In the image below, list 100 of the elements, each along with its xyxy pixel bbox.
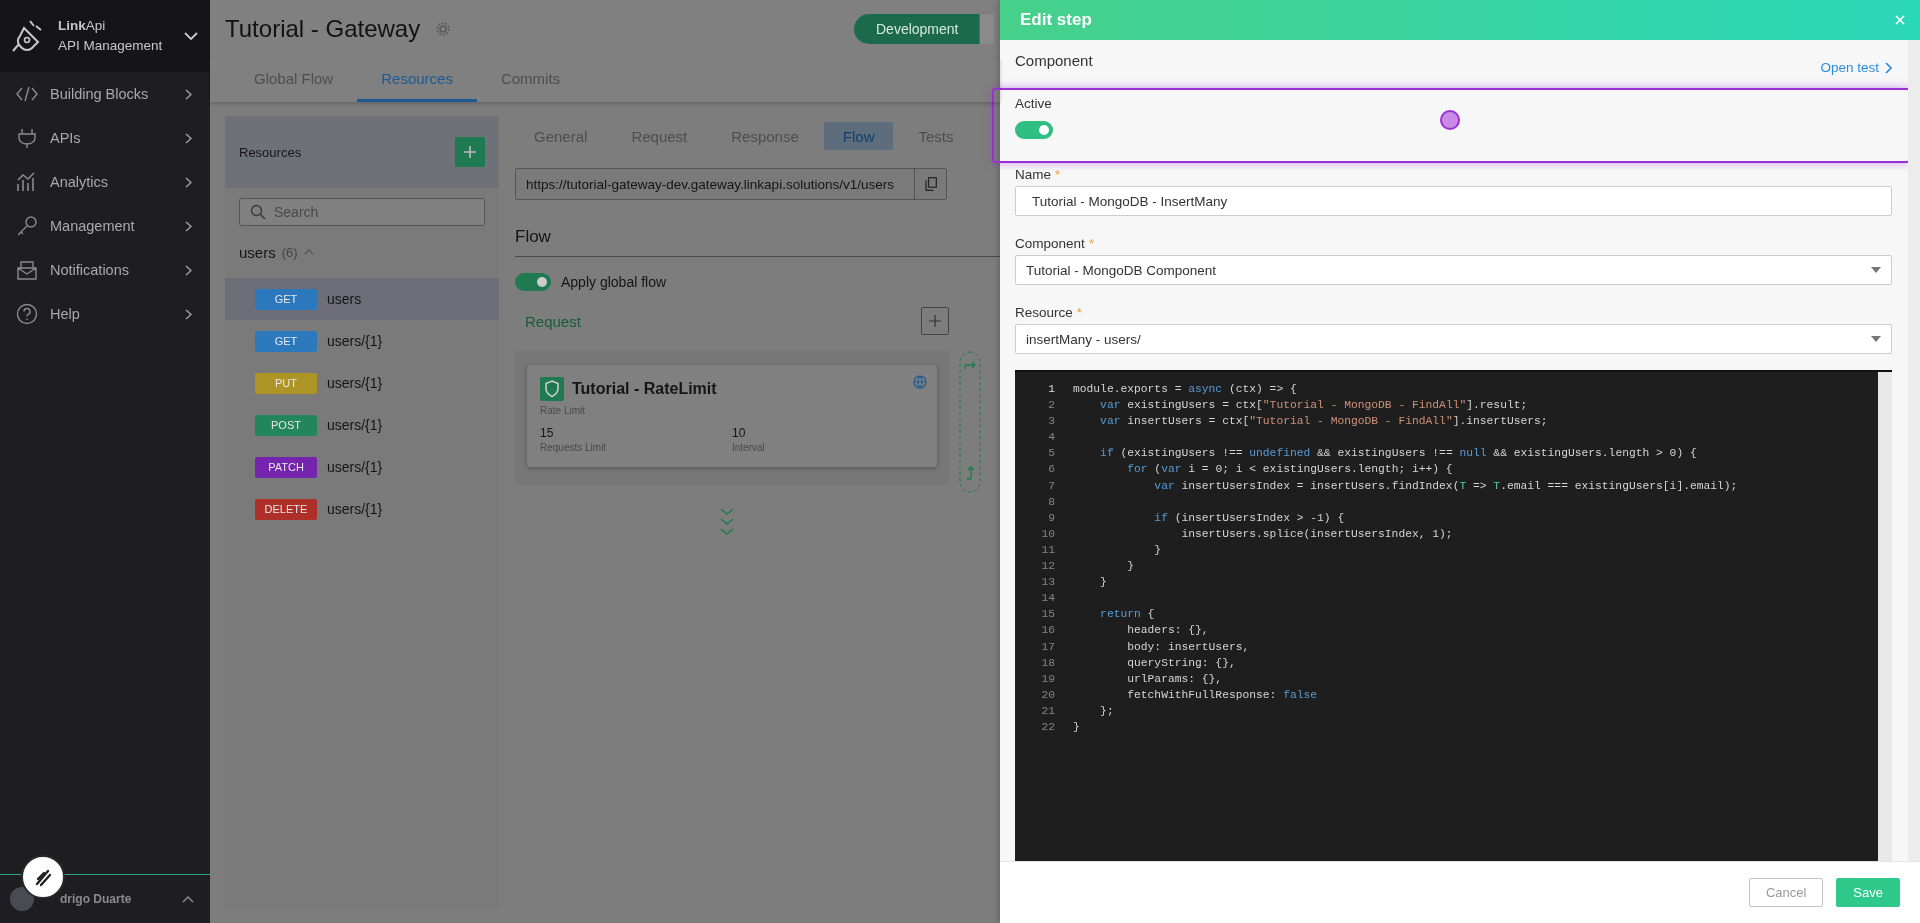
line-number: 4 [1047,430,1055,446]
section-title: Request [525,312,581,330]
close-button[interactable] [1895,15,1905,25]
code-line: module.exports = async (ctx) => { [1072,382,1297,397]
caret-down-icon [1871,336,1881,342]
code-line: if (existingUsers !== undefined && existingUsers !== null && existingUsers.length > 0) { [1099,446,1697,462]
key-icon [16,216,38,236]
resource-path: users/{1} [327,501,383,517]
method-badge: GET [255,288,317,310]
environment-button[interactable]: Development [854,14,979,44]
action-button[interactable]: Cancel [1748,878,1824,907]
resource-row[interactable]: GET users [225,278,499,320]
code-line: urlParams: {}, [1126,671,1223,687]
method-badge: PATCH [255,456,317,478]
section-title: Flow [515,226,551,248]
code-line: headers: {}, [1126,623,1209,639]
caret-down-icon [1871,267,1881,273]
code-line: } [1099,575,1107,591]
input-field[interactable]: Tutorial - MongoDB - InsertMany [1015,186,1892,216]
panel-title: Resources [239,144,302,160]
line-number: 17 [1040,639,1055,655]
line-number: 14 [1040,591,1055,607]
line-number: 15 [1040,607,1055,623]
page-title: Tutorial - Gateway [225,15,421,43]
resource-row[interactable]: POST users/{1} [225,404,499,446]
resource-row[interactable]: DELETE users/{1} [225,488,499,530]
gear-icon[interactable] [436,22,451,36]
nav-item[interactable]: Management [0,204,210,248]
method-badge: DELETE [255,498,317,520]
url-field[interactable]: https://tutorial-gateway-dev.gateway.linkapi.solutions/v1/users [515,168,947,200]
resource-row[interactable]: PUT users/{1} [225,362,499,404]
code-editor[interactable] [1015,370,1892,861]
code-line: var insertUsers = ctx["Tutorial - MongoDB - FindAll"].insertUsers; [1099,414,1548,430]
resource-row[interactable]: PATCH users/{1} [225,446,499,488]
code-line: queryString: {}, [1126,655,1236,671]
line-number: 11 [1040,542,1055,558]
required-mark: * [1088,235,1095,251]
toggle-switch[interactable] [1015,121,1053,139]
chevron-right-icon [185,308,192,320]
field-label: Active [1015,96,1053,111]
line-number: 7 [1047,478,1055,494]
copy-icon [924,177,937,191]
environment-segment[interactable] [979,14,994,44]
open-test-link[interactable]: Open test [1820,60,1892,75]
line-number: 18 [1040,655,1055,671]
select-field[interactable]: insertMany - users/ [1015,324,1892,354]
field-label: Component [1015,235,1085,251]
metric-value: 15 [540,426,555,440]
plug-icon [16,128,38,148]
panel-title: Edit step [1020,10,1092,30]
globe-icon [913,375,927,389]
method-badge: PUT [255,372,317,394]
chevron-down-icon[interactable] [184,31,198,41]
resource-path: users/{1} [327,333,383,349]
method-badge: POST [255,414,317,436]
line-number: 19 [1040,671,1055,687]
chevron-right-icon [185,132,192,144]
shield-icon [540,377,564,401]
add-step-button[interactable] [921,307,949,335]
copy-button[interactable] [914,169,946,199]
line-number: 20 [1040,687,1055,703]
line-number: 6 [1047,462,1055,478]
nav-item[interactable]: APIs [0,116,210,160]
add-button[interactable] [455,137,485,167]
avatar [10,887,34,911]
code-line: } [1153,542,1162,558]
chevron-right-icon [1885,61,1892,74]
section-title: Component [1015,52,1093,69]
nav-item[interactable]: Analytics [0,160,210,204]
line-number: 2 [1047,398,1055,414]
select-field[interactable]: Tutorial - MongoDB Component [1015,255,1892,285]
toggle-switch[interactable] [515,273,551,291]
line-number: 12 [1040,559,1055,575]
chevron-up-icon[interactable] [182,895,194,903]
close-icon [1895,15,1905,25]
nav-item[interactable]: Notifications [0,248,210,292]
line-number: 16 [1040,623,1055,639]
code-line: body: insertUsers, [1126,639,1250,655]
resource-row[interactable]: GET users/{1} [225,320,499,362]
resource-path: users [327,291,362,307]
help-icon [16,303,38,325]
line-number: 21 [1040,703,1055,719]
click-marker [1440,110,1460,130]
code-icon [16,86,38,102]
resource-path: users/{1} [327,375,383,391]
chevron-right-icon [185,264,192,276]
code-line: for (var i = 0; i < existingUsers.length; i++) { [1126,462,1453,478]
user-name: drigo Duarte [59,892,133,906]
line-number: 22 [1040,719,1055,735]
toggle-label: Apply global flow [561,274,667,290]
nav-item[interactable]: Building Blocks [0,72,210,116]
code-line: } [1126,559,1134,575]
chevron-right-icon [185,220,192,232]
line-number: 8 [1047,494,1055,510]
line-number: 1 [1047,382,1055,397]
line-number: 10 [1040,526,1055,542]
field-label: Name [1015,166,1051,182]
code-line: var insertUsersIndex = insertUsers.findIndex(T => T.email === existingUsers[i].email); [1153,478,1738,494]
method-badge: GET [255,330,317,352]
nav-item[interactable]: Help [0,292,210,336]
